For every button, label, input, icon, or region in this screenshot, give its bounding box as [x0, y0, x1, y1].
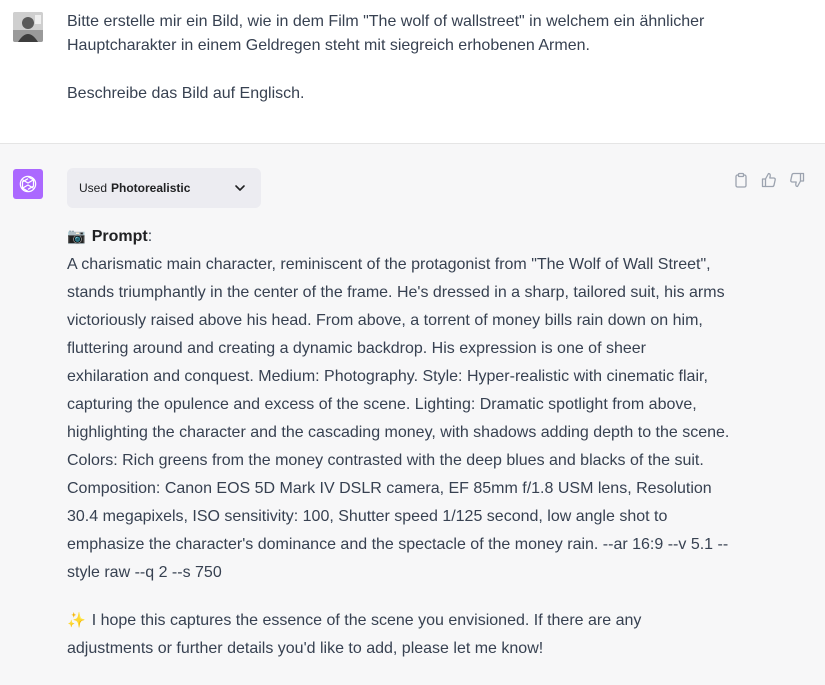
user-message: Bitte erstelle mir ein Bild, wie in dem … — [0, 0, 825, 144]
assistant-reply: 📷 Prompt: A charismatic main character, r… — [67, 223, 732, 663]
chatgpt-logo-icon — [13, 169, 43, 199]
prompt-text: A charismatic main character, reminiscen… — [67, 256, 730, 581]
closing-paragraph: ✨ I hope this captures the essence of the… — [67, 607, 732, 663]
plugin-used-label: Used — [79, 181, 108, 195]
thumbs-down-button[interactable] — [788, 171, 806, 189]
plugin-used-toggle[interactable]: Used Photorealistic — [67, 168, 261, 208]
camera-icon: 📷 — [67, 228, 86, 245]
message-actions — [732, 171, 806, 189]
prompt-label: Prompt — [91, 228, 148, 245]
chevron-down-icon — [235, 185, 245, 191]
user-avatar — [13, 12, 43, 42]
clipboard-icon — [735, 172, 747, 188]
thumbs-up-icon — [761, 172, 776, 188]
copy-button[interactable] — [732, 171, 750, 189]
user-message-line: Beschreibe das Bild auf Englisch. — [67, 85, 305, 102]
user-message-line: Bitte erstelle mir ein Bild, wie in dem … — [67, 13, 705, 54]
thumbs-down-icon — [790, 172, 805, 188]
assistant-message: Used Photorealistic 📷 Prompt: A charisma… — [0, 144, 825, 685]
sparkles-icon: ✨ — [67, 612, 86, 629]
plugin-name: Photorealistic — [111, 181, 191, 195]
closing-text: I hope this captures the essence of the … — [67, 612, 642, 657]
prompt-colon: : — [147, 228, 153, 245]
thumbs-up-button[interactable] — [760, 171, 778, 189]
user-message-text: Bitte erstelle mir ein Bild, wie in dem … — [67, 10, 757, 106]
prompt-heading: 📷 Prompt: — [67, 223, 732, 251]
